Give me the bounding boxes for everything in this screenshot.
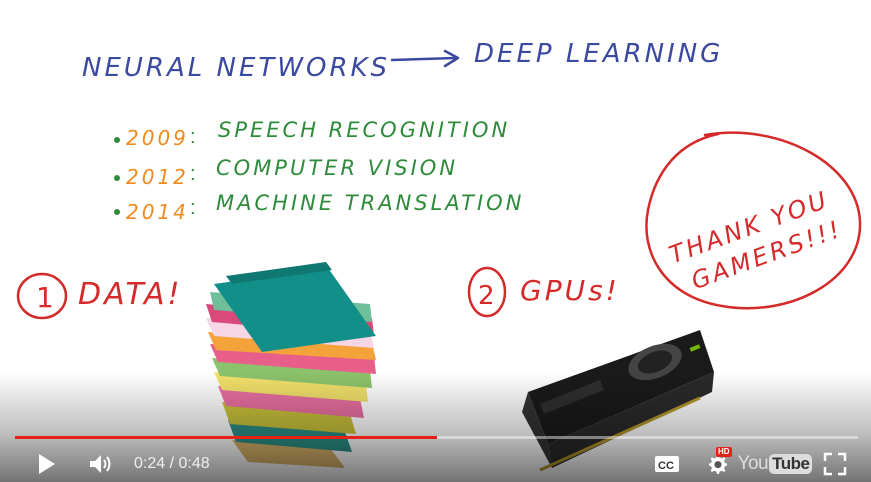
- milestone-item: 2014 : MACHINE TRANSLATION: [114, 191, 524, 224]
- mute-button[interactable]: [86, 450, 116, 478]
- reason-label: GPUs!: [520, 274, 620, 307]
- current-time: 0:24: [134, 455, 166, 472]
- milestone-colon: :: [190, 126, 196, 148]
- player-controls: 0:24 / 0:48 CC HD You Tube: [0, 444, 871, 482]
- cc-icon: CC: [655, 456, 679, 472]
- reason-gpus: 2 GPUs!: [467, 266, 620, 318]
- milestone-label: MACHINE TRANSLATION: [216, 191, 524, 215]
- milestone-item: 2009 : SPEECH RECOGNITION: [114, 118, 510, 150]
- arrow-icon: [390, 49, 460, 68]
- progress-bar[interactable]: [15, 434, 858, 440]
- bullet-dot: [114, 137, 120, 143]
- play-icon: [39, 454, 55, 474]
- reason-label: DATA!: [78, 277, 183, 312]
- hd-badge: HD: [716, 447, 732, 457]
- heading-neural-networks: NEURAL NETWORKS: [82, 53, 390, 83]
- svg-text:CC: CC: [658, 460, 674, 472]
- youtube-logo-you: You: [737, 453, 769, 474]
- milestone-item: 2012 : COMPUTER VISION: [114, 156, 458, 189]
- reason-number: 2: [478, 281, 495, 311]
- time-display: 0:24 / 0:48: [134, 455, 210, 473]
- bullet-dot: [114, 209, 120, 215]
- fullscreen-icon: [823, 452, 847, 476]
- youtube-logo-tube: Tube: [769, 454, 813, 474]
- youtube-logo[interactable]: You Tube: [738, 450, 813, 478]
- bullet-dot: [114, 175, 120, 181]
- time-separator: /: [169, 455, 175, 472]
- play-button[interactable]: [32, 450, 60, 478]
- settings-button[interactable]: HD: [704, 447, 732, 478]
- volume-icon: [90, 455, 111, 473]
- milestone-year: 2012: [126, 165, 189, 189]
- reason-data: 1 DATA!: [16, 272, 183, 320]
- progress-played: [15, 436, 437, 439]
- video-player[interactable]: NEURAL NETWORKS DEEP LEARNING 2009 : SPE…: [0, 0, 871, 482]
- milestone-year: 2014: [126, 200, 189, 224]
- milestone-year: 2009: [126, 126, 189, 150]
- milestone-label: COMPUTER VISION: [216, 156, 458, 180]
- thank-you-bubble: THANK YOU GAMERS!!!: [645, 131, 862, 310]
- reason-number: 1: [36, 281, 54, 314]
- milestone-colon: :: [190, 163, 196, 185]
- fullscreen-button[interactable]: [822, 450, 848, 478]
- captions-button[interactable]: CC: [654, 450, 680, 478]
- duration: 0:48: [178, 455, 210, 472]
- video-frame[interactable]: NEURAL NETWORKS DEEP LEARNING 2009 : SPE…: [0, 0, 871, 482]
- milestone-list: 2009 : SPEECH RECOGNITION 2012 : COMPUTE…: [114, 118, 524, 224]
- milestone-colon: :: [190, 197, 196, 219]
- heading-deep-learning: DEEP LEARNING: [474, 39, 723, 69]
- milestone-label: SPEECH RECOGNITION: [218, 118, 510, 142]
